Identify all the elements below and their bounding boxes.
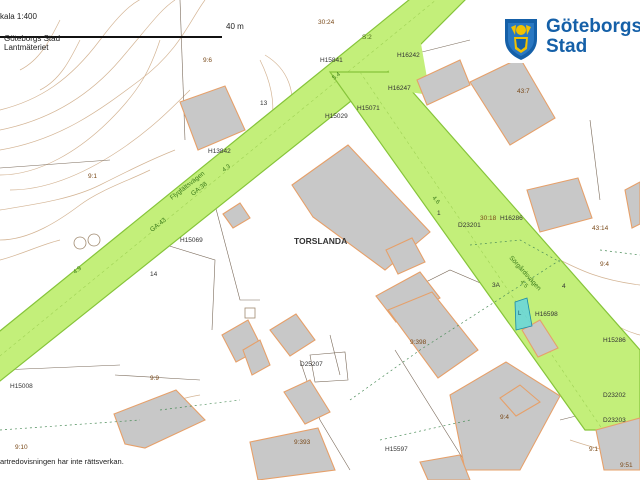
- parcel-label: 9:1: [88, 173, 97, 180]
- goteborgs-stad-logo: Göteborgs Stad: [500, 13, 640, 63]
- parcel-label: H15841: [320, 57, 343, 64]
- parcel-label: 9:398: [410, 339, 427, 346]
- parcel-label: H16286: [500, 215, 523, 222]
- parcel-label: 9:1: [589, 446, 598, 453]
- parcel-label: D23203: [603, 417, 626, 424]
- parcel-label: H13842: [208, 148, 231, 155]
- org-line-2: Lantmäteriet: [4, 43, 49, 52]
- parcel-label: 13: [260, 100, 268, 107]
- parcel-label: 9:4: [500, 414, 509, 421]
- logo-line-1: Göteborgs: [546, 16, 640, 37]
- parcel-label: 9:4: [600, 261, 609, 268]
- scale-label: kala 1:400: [0, 12, 37, 21]
- logo-line-2: Stad: [546, 36, 588, 57]
- parcel-label: 43:14: [592, 225, 609, 232]
- parcel-label: 9:51: [620, 462, 633, 469]
- parcel-label: 3A: [492, 282, 501, 289]
- parcel-label: H15008: [10, 383, 33, 390]
- parcel-label: 14: [150, 271, 158, 278]
- parcel-label: 43:7: [517, 88, 530, 95]
- parcel-label: H15597: [385, 446, 408, 453]
- parcel-label: 9:6: [203, 57, 212, 64]
- org-line-1: Göteborgs Stad: [4, 34, 61, 43]
- map-canvas[interactable]: TORSLANDA 30:24 S:2 9:6 H16242 H15841 H1…: [0, 0, 640, 480]
- parcel-label: S:2: [362, 34, 372, 41]
- parcel-label: H15286: [603, 337, 626, 344]
- parcel-label: H16598: [535, 311, 558, 318]
- coat-of-arms-icon: [505, 19, 537, 60]
- parcel-label: D25207: [300, 361, 323, 368]
- parcel-label: H16247: [388, 85, 411, 92]
- parcel-label: H15069: [180, 237, 203, 244]
- parcel-label: H15029: [325, 113, 348, 120]
- parcel-label: 9:10: [15, 444, 28, 451]
- parcel-label: H15071: [357, 105, 380, 112]
- parcel-label: 9:393: [294, 439, 311, 446]
- parcel-label: 1: [437, 210, 441, 217]
- scale-distance: 40 m: [226, 22, 244, 31]
- district-label: TORSLANDA: [294, 236, 347, 246]
- parcel-label: H16242: [397, 52, 420, 59]
- parcel-label: D23202: [603, 392, 626, 399]
- parcel-label: D23201: [458, 222, 481, 229]
- parcel-label: 30:24: [318, 19, 335, 26]
- disclaimer-text: artredovisningen har inte rättsverkan.: [0, 457, 124, 466]
- parcel-label: 9:9: [150, 375, 159, 382]
- parcel-label: 30:18: [480, 215, 497, 222]
- parcel-label: 4: [562, 283, 566, 290]
